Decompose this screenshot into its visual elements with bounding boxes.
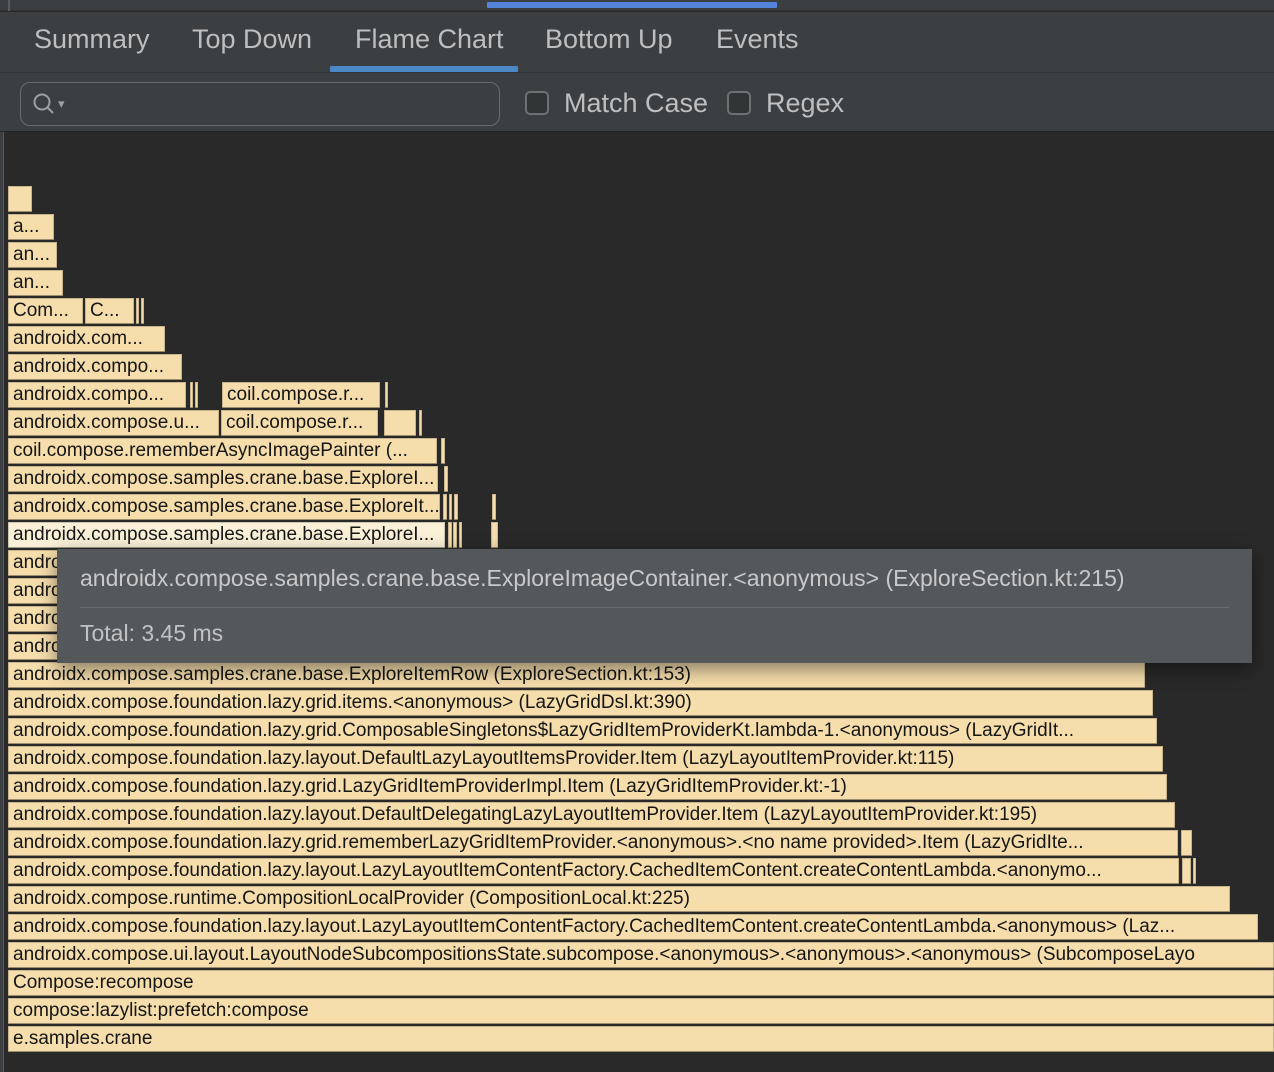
- tab-summary[interactable]: Summary: [34, 12, 150, 66]
- tab-flame-chart[interactable]: Flame Chart: [355, 12, 504, 66]
- match-case-checkbox[interactable]: [525, 91, 549, 115]
- tab-events[interactable]: Events: [716, 12, 799, 66]
- profiler-flame-chart-panel: Summary Top Down Flame Chart Bottom Up E…: [0, 0, 1274, 1072]
- flame-bar[interactable]: [384, 410, 416, 436]
- flame-bar[interactable]: e.samples.crane: [8, 1026, 1274, 1052]
- flame-bar[interactable]: androidx.compose.foundation.lazy.grid.re…: [8, 830, 1178, 856]
- search-icon[interactable]: [31, 91, 57, 117]
- match-case-group: Match Case: [525, 73, 708, 133]
- flame-bar[interactable]: androidx.compose.foundation.lazy.layout.…: [8, 746, 1163, 772]
- parent-tab-indicator: [487, 2, 777, 8]
- flame-bar[interactable]: coil.compose.rememberAsyncImagePainter (…: [8, 438, 437, 464]
- flame-bar[interactable]: androidx.compose.foundation.lazy.grid.it…: [8, 690, 1153, 716]
- flame-bar[interactable]: androidx.compo...: [8, 354, 182, 380]
- flame-bar[interactable]: [448, 522, 452, 548]
- search-toolbar: ▾ Match Case Regex: [0, 72, 1274, 132]
- flame-bar[interactable]: androidx.compose.foundation.lazy.grid.Co…: [8, 718, 1157, 744]
- top-strip: [0, 0, 1274, 11]
- flame-bar[interactable]: androidx.compose.foundation.lazy.layout.…: [8, 914, 1258, 940]
- search-field[interactable]: ▾: [20, 82, 500, 126]
- regex-checkbox[interactable]: [727, 91, 751, 115]
- flame-bar[interactable]: androidx.compose.u...: [8, 410, 219, 436]
- flame-bar[interactable]: an...: [8, 242, 57, 268]
- flame-bar[interactable]: [190, 382, 193, 408]
- panel-divider: [8, 0, 10, 11]
- regex-label: Regex: [766, 88, 844, 119]
- tab-top-down[interactable]: Top Down: [192, 12, 312, 66]
- flame-tooltip: androidx.compose.samples.crane.base.Expl…: [57, 549, 1252, 663]
- flame-bar[interactable]: [443, 494, 447, 520]
- flame-bar[interactable]: [419, 410, 422, 436]
- flame-bar[interactable]: C...: [85, 298, 134, 324]
- flame-bar[interactable]: compose:lazylist:prefetch:compose: [8, 998, 1274, 1024]
- flame-bar[interactable]: [141, 298, 144, 324]
- match-case-label: Match Case: [564, 88, 708, 119]
- flame-bar[interactable]: coil.compose.r...: [222, 382, 380, 408]
- flame-bar[interactable]: [453, 522, 457, 548]
- flame-bar[interactable]: androidx.compose.foundation.lazy.grid.La…: [8, 774, 1167, 800]
- flame-bar[interactable]: a...: [8, 214, 54, 240]
- flame-bar[interactable]: coil.compose.r...: [221, 410, 378, 436]
- flame-bar[interactable]: [491, 522, 498, 548]
- flame-bar[interactable]: [454, 494, 458, 520]
- tooltip-divider: [80, 607, 1229, 608]
- tab-bottom-up[interactable]: Bottom Up: [545, 12, 673, 66]
- flame-bar[interactable]: [459, 522, 462, 548]
- flame-bar[interactable]: [492, 494, 496, 520]
- flame-bar[interactable]: [1181, 830, 1192, 856]
- flame-bar[interactable]: androidx.compose.samples.crane.base.Expl…: [8, 494, 440, 520]
- tooltip-total-time: Total: 3.45 ms: [80, 620, 1229, 647]
- flame-bar[interactable]: [444, 466, 448, 492]
- flame-bar[interactable]: [136, 298, 139, 324]
- flame-bar[interactable]: androidx.compose.foundation.lazy.layout.…: [8, 858, 1179, 884]
- flame-bar[interactable]: Compose:recompose: [8, 970, 1274, 996]
- tooltip-frame-name: androidx.compose.samples.crane.base.Expl…: [80, 565, 1229, 592]
- left-gutter: [0, 132, 4, 1072]
- flame-bar[interactable]: [449, 494, 452, 520]
- flame-bar[interactable]: androidx.com...: [8, 326, 165, 352]
- search-input[interactable]: [65, 83, 499, 125]
- flame-bar[interactable]: an...: [8, 270, 63, 296]
- flame-bar[interactable]: [195, 382, 198, 408]
- flame-bar[interactable]: androidx.compose.foundation.lazy.layout.…: [8, 802, 1175, 828]
- flame-bar[interactable]: [8, 186, 32, 212]
- flame-bar[interactable]: androidx.compose.samples.crane.base.Expl…: [8, 662, 1145, 688]
- flame-bar[interactable]: [441, 438, 445, 464]
- regex-group: Regex: [727, 73, 844, 133]
- flame-bar[interactable]: androidx.compose.runtime.CompositionLoca…: [8, 886, 1230, 912]
- tab-bar: Summary Top Down Flame Chart Bottom Up E…: [0, 12, 1274, 72]
- flame-bar[interactable]: androidx.compo...: [8, 382, 186, 408]
- flame-bar[interactable]: androidx.compose.ui.layout.LayoutNodeSub…: [8, 942, 1274, 968]
- flame-bar[interactable]: Com...: [8, 298, 83, 324]
- flame-bar[interactable]: [1193, 858, 1196, 884]
- flame-bar[interactable]: androidx.compose.samples.crane.base.Expl…: [8, 522, 445, 548]
- flame-bar[interactable]: androidx.compose.samples.crane.base.Expl…: [8, 466, 438, 492]
- flame-bar[interactable]: [1182, 858, 1191, 884]
- flame-bar[interactable]: [385, 382, 388, 408]
